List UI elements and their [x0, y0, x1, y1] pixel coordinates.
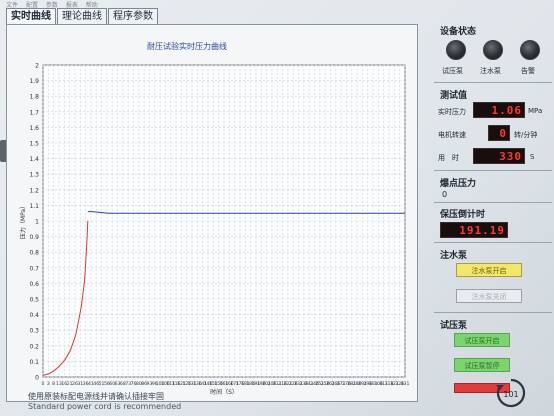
- pump-status-label: 试压泵: [442, 67, 463, 75]
- pump-status-knob-icon: [446, 40, 466, 60]
- fill-pump-status-knob-icon: [483, 40, 503, 60]
- y-tick-label: 0.5: [29, 297, 39, 304]
- y-tick-label: 1.5: [29, 141, 39, 148]
- y-tick-label: 0.6: [29, 281, 39, 288]
- time-unit: S: [530, 153, 535, 161]
- divider: [434, 242, 552, 243]
- elapsed-time-label: 用 时: [438, 154, 459, 162]
- divider: [434, 170, 552, 171]
- y-tick-label: 1.9: [29, 78, 39, 85]
- y-tick-label: 1.2: [29, 187, 39, 194]
- test-pump-title: 试压泵: [440, 321, 468, 331]
- test-pump-start-button[interactable]: 试压泵开启: [454, 333, 510, 347]
- footer-line-chinese: 使用原装标配电源线并请确认插接牢固: [28, 392, 164, 401]
- speed-unit: 转/分钟: [514, 131, 538, 139]
- fill-pump-title: 注水泵: [440, 251, 468, 261]
- x-tick-label: 331: [401, 381, 410, 387]
- right-panel: 设备状态 试压泵 注水泵 告警 测试值 实时压力 1.06 MPa 电机转速 0…: [426, 0, 554, 416]
- divider: [434, 312, 552, 313]
- y-tick-label: 0.1: [29, 359, 39, 366]
- y-tick-label: 2: [35, 63, 39, 70]
- hold-countdown-title: 保压倒计时: [440, 210, 486, 220]
- footer-line-english: Standard power cord is recommended: [28, 402, 182, 411]
- corner-badge-text: 101: [503, 390, 518, 399]
- y-tick-label: 0.2: [29, 343, 39, 350]
- y-tick-label: 0.7: [29, 265, 39, 272]
- elapsed-time-display: 330: [473, 148, 525, 164]
- realtime-pressure-display: 1.06: [473, 102, 525, 118]
- alarm-status-knob-icon: [520, 40, 540, 60]
- tab-theory-curve[interactable]: 理论曲线: [57, 8, 107, 24]
- recycle-icon: 101: [496, 378, 526, 408]
- x-axis-label: 时间（S）: [210, 388, 238, 396]
- x-tick-label: 0: [42, 381, 45, 387]
- chart-title: 耐压试验实时压力曲线: [147, 42, 227, 51]
- footer-notice: 使用原装标配电源线并请确认插接牢固 Standard power cord is…: [28, 392, 181, 412]
- test-pump-pause-button[interactable]: 试压泵暂停: [454, 358, 510, 372]
- fill-pump-stop-button[interactable]: 注水泵关闭: [456, 289, 522, 303]
- fill-pump-start-button[interactable]: 注水泵开启: [456, 263, 522, 277]
- pressure-chart: 0 0.1 0.2 0.3 0.4 0.5 0.6 0.7 0.8 0.9 1 1.1 1.2 1.3 1.…: [19, 63, 410, 397]
- tab-bar: 实时曲线 理论曲线 程序参数: [6, 8, 159, 24]
- hold-countdown-display: 191.19: [440, 222, 508, 238]
- y-tick-label: 1.1: [29, 203, 39, 210]
- motor-speed-label: 电机转速: [438, 131, 466, 139]
- menu-strip: 文件 配置 参数 报表 帮助: [6, 0, 426, 8]
- y-tick-label: 1.3: [29, 172, 39, 179]
- pressure-unit: MPa: [528, 107, 543, 115]
- motor-speed-display: 0: [488, 125, 510, 141]
- y-tick-label: 0.3: [29, 328, 39, 335]
- y-tick-label: 1.8: [29, 94, 39, 101]
- tab-realtime-curve[interactable]: 实时曲线: [6, 8, 56, 24]
- y-tick-label: 1.6: [29, 125, 39, 132]
- divider: [434, 202, 552, 203]
- alarm-status-label: 告警: [521, 67, 535, 75]
- x-tick-label: 3: [47, 381, 50, 387]
- tab-program-params[interactable]: 程序参数: [108, 8, 158, 24]
- monitor-screen: 文件 配置 参数 报表 帮助 实时曲线 理论曲线 程序参数 0 0.1 0.2 0.3…: [0, 0, 554, 416]
- y-tick-label: 0.4: [29, 312, 39, 319]
- device-status-title: 设备状态: [440, 27, 477, 37]
- y-tick-label: 1: [35, 219, 39, 226]
- chart-panel: 0 0.1 0.2 0.3 0.4 0.5 0.6 0.7 0.8 0.9 1 1.1 1.2 1.3 1.…: [6, 24, 418, 402]
- y-tick-label: 1.4: [29, 156, 39, 163]
- x-tick-label: 8: [52, 381, 55, 387]
- y-tick-label: 0.9: [29, 234, 39, 241]
- burst-pressure-title: 爆点压力: [440, 179, 477, 189]
- divider: [434, 82, 552, 83]
- burst-pressure-value: 0: [442, 190, 448, 199]
- y-tick-label: 0.8: [29, 250, 39, 257]
- y-axis-label: 压力（MPa）: [19, 203, 27, 239]
- realtime-pressure-label: 实时压力: [438, 108, 466, 116]
- y-tick-label: 0: [35, 375, 39, 382]
- measured-title: 测试值: [440, 91, 468, 101]
- y-tick-label: 1.7: [29, 109, 39, 116]
- fill-pump-status-label: 注水泵: [480, 67, 501, 75]
